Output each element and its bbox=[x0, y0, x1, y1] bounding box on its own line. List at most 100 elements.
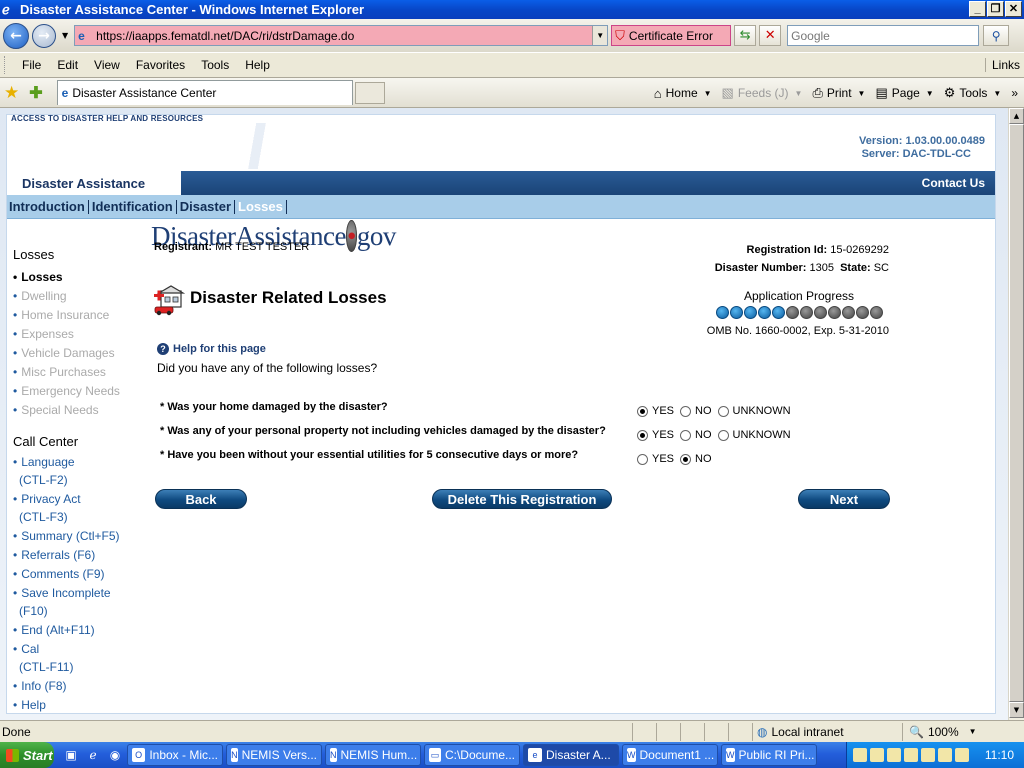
page-button[interactable]: ▤ Page ▼ bbox=[875, 85, 933, 101]
taskbar-item-public-ri[interactable]: W Public RI Pri... bbox=[721, 744, 817, 766]
tab-identification[interactable]: Identification bbox=[89, 199, 177, 214]
vertical-scrollbar[interactable]: ▲ ▼ bbox=[1008, 108, 1024, 720]
desktop-icon[interactable]: ▣ bbox=[62, 746, 80, 764]
forward-nav-button[interactable]: → bbox=[32, 23, 56, 48]
device-tray-icon[interactable] bbox=[955, 748, 969, 762]
taskbar-item-nemis-vers[interactable]: N NEMIS Vers... bbox=[226, 744, 322, 766]
stop-button[interactable]: ✕ bbox=[759, 25, 782, 46]
contact-us-link[interactable]: Contact Us bbox=[922, 176, 985, 190]
sidebar-link-summary[interactable]: • Summary (Ctl+F5) bbox=[13, 529, 120, 543]
sidebar-link-help[interactable]: • Help bbox=[13, 698, 46, 712]
refresh-button[interactable]: ⇆ bbox=[734, 25, 757, 46]
chevron-down-icon[interactable]: ▼ bbox=[993, 89, 1001, 98]
chevron-down-icon[interactable]: ▼ bbox=[704, 89, 712, 98]
security-zone[interactable]: ◍ Local intranet bbox=[752, 722, 902, 741]
scroll-thumb[interactable] bbox=[1009, 124, 1024, 702]
new-tab-button[interactable] bbox=[354, 81, 385, 104]
sidebar-link-cal[interactable]: • Cal bbox=[13, 642, 39, 656]
delete-registration-button[interactable]: Delete This Registration bbox=[432, 489, 612, 509]
sidebar-link-language[interactable]: • Language bbox=[13, 455, 75, 469]
q2-yes-option[interactable]: YES bbox=[637, 429, 674, 441]
more-chevron-icon[interactable]: » bbox=[1011, 86, 1018, 100]
sidebar-link-privacy-act[interactable]: • Privacy Act bbox=[13, 492, 81, 506]
taskbar-item-disaster-assistance[interactable]: e Disaster A... bbox=[523, 744, 619, 766]
menu-edit[interactable]: Edit bbox=[49, 58, 86, 72]
sidebar-link-cal-key[interactable]: (CTL-F11) bbox=[19, 660, 73, 674]
site-logo[interactable]: DisasterAssistance•gov ACCESS TO DISASTE… bbox=[11, 114, 396, 252]
outlook-tray-icon[interactable] bbox=[870, 748, 884, 762]
outlook-icon[interactable]: ◉ bbox=[106, 746, 124, 764]
q3-no-option[interactable]: NO bbox=[680, 453, 712, 465]
taskbar-item-nemis-hum[interactable]: N NEMIS Hum... bbox=[325, 744, 421, 766]
tab-losses[interactable]: Losses bbox=[235, 199, 287, 214]
sidebar-link-save-incomplete[interactable]: • Save Incomplete bbox=[13, 586, 111, 600]
sidebar-link-referrals[interactable]: • Referrals (F6) bbox=[13, 548, 95, 562]
minimize-button[interactable]: _ bbox=[969, 1, 986, 17]
chevron-down-icon[interactable]: ▼ bbox=[926, 89, 934, 98]
volume-tray-icon[interactable] bbox=[921, 748, 935, 762]
taskbar-item-inbox[interactable]: O Inbox - Mic... bbox=[127, 744, 223, 766]
q3-no-radio[interactable] bbox=[680, 453, 692, 465]
menu-favorites[interactable]: Favorites bbox=[128, 58, 193, 72]
taskbar-item-documents[interactable]: ▭ C:\Docume... bbox=[424, 744, 520, 766]
q1-no-option[interactable]: NO bbox=[680, 405, 712, 417]
chevron-down-icon[interactable]: ▼ bbox=[795, 89, 803, 98]
feeds-button[interactable]: ▧ Feeds (J) ▼ bbox=[722, 85, 803, 101]
security-tray-icon[interactable] bbox=[887, 748, 901, 762]
print-button[interactable]: ⎙ Print ▼ bbox=[812, 85, 865, 101]
history-dropdown-icon[interactable]: ▼ bbox=[62, 31, 68, 40]
add-favorite-icon[interactable]: ✚ bbox=[29, 83, 42, 103]
chevron-down-icon[interactable]: ▼ bbox=[969, 727, 977, 736]
tools-button[interactable]: ⚙ Tools ▼ bbox=[944, 85, 1002, 101]
q1-yes-radio[interactable] bbox=[637, 405, 648, 417]
q3-yes-option[interactable]: YES bbox=[637, 453, 674, 465]
restore-button[interactable]: ❐ bbox=[987, 1, 1004, 17]
network-tray-icon[interactable] bbox=[904, 748, 918, 762]
ie-icon[interactable]: ℯ bbox=[84, 746, 102, 764]
sidebar-link-info[interactable]: • Info (F8) bbox=[13, 679, 67, 693]
q2-no-radio[interactable] bbox=[680, 429, 692, 441]
tab-introduction[interactable]: Introduction bbox=[7, 199, 89, 214]
address-dropdown-icon[interactable]: ▼ bbox=[592, 26, 608, 45]
help-link[interactable]: ? Help for this page bbox=[157, 343, 266, 355]
certificate-error-button[interactable]: ⛉ Certificate Error bbox=[611, 25, 732, 46]
q2-no-option[interactable]: NO bbox=[680, 429, 712, 441]
mail-tray-icon[interactable] bbox=[853, 748, 867, 762]
sidebar-link-save-key[interactable]: (F10) bbox=[19, 604, 48, 618]
toolbar-grip[interactable] bbox=[4, 56, 8, 74]
menu-help[interactable]: Help bbox=[237, 58, 278, 72]
sidebar-link-comments[interactable]: • Comments (F9) bbox=[13, 567, 105, 581]
q1-unknown-radio[interactable] bbox=[717, 405, 729, 417]
scroll-up-icon[interactable]: ▲ bbox=[1009, 108, 1024, 124]
menu-tools[interactable]: Tools bbox=[193, 58, 237, 72]
home-button[interactable]: ⌂ Home ▼ bbox=[654, 86, 712, 101]
q1-no-radio[interactable] bbox=[680, 405, 692, 417]
sidebar-link-end[interactable]: • End (Alt+F11) bbox=[13, 623, 95, 637]
back-button[interactable]: Back bbox=[155, 489, 247, 509]
address-input[interactable]: e https://iaapps.fematdl.net/DAC/ri/dstr… bbox=[74, 25, 609, 46]
menu-view[interactable]: View bbox=[86, 58, 128, 72]
start-button[interactable]: Start bbox=[0, 742, 54, 768]
q2-yes-radio[interactable] bbox=[637, 429, 648, 441]
sidebar-link-language-key[interactable]: (CTL-F2) bbox=[19, 473, 68, 487]
update-tray-icon[interactable] bbox=[938, 748, 952, 762]
links-toolbar[interactable]: Links bbox=[984, 58, 1020, 72]
search-button[interactable]: ⚲ bbox=[983, 25, 1010, 46]
q2-unknown-option[interactable]: UNKNOWN bbox=[717, 429, 791, 441]
clock[interactable]: 11:10 bbox=[985, 748, 1014, 762]
sidebar-link-privacy-key[interactable]: (CTL-F3) bbox=[19, 510, 68, 524]
q3-yes-radio[interactable] bbox=[637, 453, 648, 465]
taskbar-item-document1[interactable]: W Document1 ... bbox=[622, 744, 718, 766]
tab-disaster-assistance[interactable]: e Disaster Assistance Center bbox=[56, 80, 353, 105]
q1-unknown-option[interactable]: UNKNOWN bbox=[717, 405, 791, 417]
zoom-control[interactable]: 🔍 100% ▼ bbox=[902, 722, 977, 741]
favorites-star-icon[interactable]: ★ bbox=[4, 83, 19, 103]
close-button[interactable]: ✕ bbox=[1005, 1, 1022, 17]
chevron-down-icon[interactable]: ▼ bbox=[858, 89, 866, 98]
q1-yes-option[interactable]: YES bbox=[637, 405, 674, 417]
tab-disaster[interactable]: Disaster bbox=[177, 199, 236, 214]
next-button[interactable]: Next bbox=[798, 489, 890, 509]
search-input[interactable]: Google bbox=[787, 25, 980, 46]
scroll-down-icon[interactable]: ▼ bbox=[1009, 702, 1024, 718]
q2-unknown-radio[interactable] bbox=[717, 429, 729, 441]
